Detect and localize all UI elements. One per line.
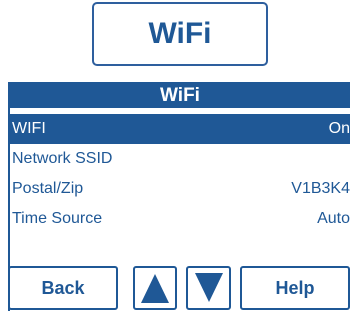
title-box: WiFi <box>92 2 268 66</box>
back-button[interactable]: Back <box>8 266 118 310</box>
menu-item-label: Network SSID <box>12 150 113 167</box>
menu-item-postal-zip[interactable]: Postal/Zip V1B3K4 <box>10 174 350 204</box>
menu-item-time-source[interactable]: Time Source Auto <box>10 204 350 234</box>
down-button[interactable] <box>186 266 231 310</box>
menu-item-network-ssid[interactable]: Network SSID <box>10 144 350 174</box>
up-arrow-icon <box>141 274 169 303</box>
back-button-label: Back <box>41 277 85 298</box>
menu-item-value: Auto <box>317 210 350 227</box>
up-button[interactable] <box>133 266 177 310</box>
menu-item-value: On <box>328 120 350 137</box>
menu-item-label: Postal/Zip <box>12 180 84 197</box>
down-arrow-icon <box>194 273 223 302</box>
help-button[interactable]: Help <box>240 266 350 310</box>
menu-item-label: WIFI <box>12 120 46 137</box>
help-button-label: Help <box>275 277 315 298</box>
menu-item-wifi[interactable]: WIFI On <box>10 114 350 144</box>
title-label: WiFi <box>148 17 212 50</box>
menu-item-value: V1B3K4 <box>291 180 350 197</box>
menu-item-label: Time Source <box>12 210 103 227</box>
screen-header: WiFi <box>10 84 350 108</box>
